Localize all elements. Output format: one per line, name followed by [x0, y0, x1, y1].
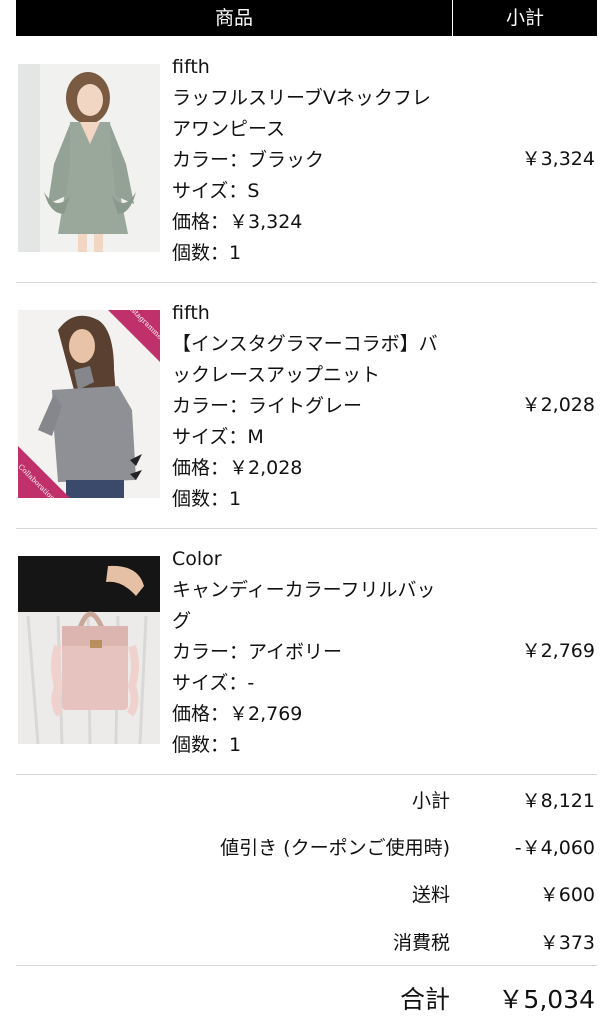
item-color: カラー：ブラック: [172, 149, 325, 171]
item-price: 価格：￥2,769: [172, 703, 303, 725]
item-name-line2[interactable]: ックレースアップニット: [172, 360, 462, 391]
summary-discount-label: 値引き (クーポンご使用時): [220, 837, 450, 859]
summary-discount-value: -￥4,060: [514, 837, 595, 859]
summary-subtotal-value: ￥8,121: [521, 790, 595, 812]
cart-item-1: fifth ラッフルスリーブVネックフレ アワンピース カラー：ブラック サイズ…: [16, 36, 597, 283]
item-brand: fifth: [172, 56, 210, 78]
total-divider: [16, 965, 597, 966]
item-name-line1[interactable]: キャンディーカラーフリルバッ: [172, 575, 462, 606]
product-image-1[interactable]: [18, 64, 160, 252]
cart-table-header: 商品 小計: [16, 0, 597, 36]
summary-discount-row: 値引き (クーポンご使用時) -￥4,060: [16, 833, 597, 863]
item-name-line1[interactable]: ラッフルスリーブVネックフレ: [172, 83, 462, 114]
item-details-3: Color キャンディーカラーフリルバッ グ カラー：アイボリー サイズ：- 価…: [172, 544, 462, 761]
summary-total-value: ￥5,034: [498, 985, 595, 1014]
cart-item-3: Color キャンディーカラーフリルバッ グ カラー：アイボリー サイズ：- 価…: [16, 528, 597, 775]
item-size: サイズ：S: [172, 180, 260, 202]
item-name-line1[interactable]: 【インスタグラマーコラボ】バ: [172, 329, 462, 360]
item-details-1: fifth ラッフルスリーブVネックフレ アワンピース カラー：ブラック サイズ…: [172, 52, 462, 269]
summary-shipping-value: ￥600: [539, 884, 595, 906]
item-subtotal: ￥2,769: [521, 640, 595, 662]
instagrammer-badge: Instagrammer: [108, 310, 160, 362]
item-subtotal: ￥3,324: [521, 148, 595, 170]
product-column-header: 商品: [214, 7, 253, 29]
summary-total-row: 合計 ￥5,034: [16, 976, 597, 1016]
product-image-2[interactable]: Instagrammer Collaboration: [18, 310, 160, 498]
item-brand: fifth: [172, 302, 210, 324]
summary-shipping-row: 送料 ￥600: [16, 880, 597, 910]
subtotal-column-header: 小計: [452, 0, 597, 36]
summary-shipping-label: 送料: [411, 884, 450, 906]
cart-item-2: Instagrammer Collaboration fifth 【インスタグラ…: [16, 282, 597, 529]
item-quantity: 個数：1: [172, 242, 242, 264]
item-price: 価格：￥2,028: [172, 457, 303, 479]
item-subtotal: ￥2,028: [521, 394, 595, 416]
item-name-line2[interactable]: アワンピース: [172, 114, 462, 145]
item-details-2: fifth 【インスタグラマーコラボ】バ ックレースアップニット カラー：ライト…: [172, 298, 462, 515]
summary-tax-row: 消費税 ￥373: [16, 928, 597, 958]
summary-tax-value: ￥373: [539, 932, 595, 954]
summary-subtotal-label: 小計: [411, 790, 450, 812]
collaboration-badge: Collaboration: [18, 446, 70, 498]
item-color: カラー：アイボリー: [172, 641, 343, 663]
item-color: カラー：ライトグレー: [172, 395, 363, 417]
item-price: 価格：￥3,324: [172, 211, 303, 233]
item-name-line2[interactable]: グ: [172, 606, 462, 637]
item-size: サイズ：-: [172, 672, 255, 694]
product-image-3[interactable]: [18, 556, 160, 744]
item-size: サイズ：M: [172, 426, 264, 448]
summary-total-label: 合計: [399, 985, 450, 1014]
summary-subtotal-row: 小計 ￥8,121: [16, 786, 597, 816]
summary-tax-label: 消費税: [392, 932, 450, 954]
item-quantity: 個数：1: [172, 734, 242, 756]
item-brand: Color: [172, 548, 222, 570]
item-quantity: 個数：1: [172, 488, 242, 510]
